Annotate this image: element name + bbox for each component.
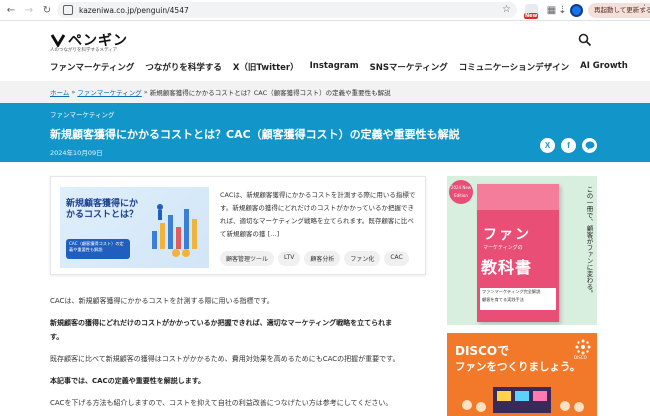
ad-vertical-copy: この一冊で、顧客がファンに変わる。 bbox=[585, 186, 593, 297]
article-summary-card: 新規顧客獲得にかかるコストとは？ CAC（顧客獲得コスト）の定義や重要性も解説 … bbox=[50, 176, 426, 275]
breadcrumb-current: 新規顧客獲得にかかるコストとは？CAC（顧客獲得コスト）の定義や重要性も解説 bbox=[149, 89, 391, 97]
browser-toolbar: ← → ↻ kazeniwa.co.jp/penguin/4547 ☆ New … bbox=[0, 0, 650, 21]
disco-illustration bbox=[462, 387, 584, 413]
body-paragraph-bold: 新規顧客の獲得にどれだけのコストがかかっているか把握できれば、適切なマーケティン… bbox=[50, 319, 393, 327]
download-icon[interactable]: ⇣ bbox=[556, 4, 569, 17]
article-date: 2024年10月09日 bbox=[50, 149, 103, 157]
share-line-icon[interactable] bbox=[582, 138, 597, 153]
browser-menu-icon[interactable]: ⋮ bbox=[640, 4, 649, 14]
edition-badge: 2024 New Edition bbox=[449, 180, 473, 204]
article-thumbnail: 新規顧客獲得にかかるコストとは？ CAC（顧客獲得コスト）の定義や重要性も解説 bbox=[60, 187, 209, 268]
body-paragraph: CACを下げる方法も紹介しますので、コストを抑えて自社の利益改善につなげたい方は… bbox=[50, 399, 393, 407]
body-paragraph-bold: 本記事では、CACの定義や重要性を解説します。 bbox=[50, 377, 205, 385]
disco-catchcopy: ファンをつくりましょう。 bbox=[455, 361, 581, 373]
nav-x-twitter[interactable]: X（旧Twitter） bbox=[233, 61, 299, 73]
nav-sns-marketing[interactable]: SNSマーケティング bbox=[370, 61, 448, 73]
search-icon[interactable] bbox=[578, 33, 592, 47]
book-cover: ファン マーケティングの 教科書 ファンマーケティング完全解説 顧客を育てる実践… bbox=[477, 184, 559, 322]
book-strip-line: ファンマーケティング完全解説 bbox=[482, 289, 541, 294]
profile-avatar[interactable] bbox=[570, 4, 583, 17]
address-bar[interactable]: kazeniwa.co.jp/penguin/4547 ☆ bbox=[57, 2, 517, 18]
bookmark-star-icon[interactable]: ☆ bbox=[502, 4, 511, 15]
logo-tagline: 人のつながりを科学するメディア bbox=[50, 48, 118, 53]
breadcrumb: ホーム » ファンマーケティング » 新規顧客獲得にかかるコストとは？CAC（顧… bbox=[0, 81, 650, 103]
penguin-logo-icon bbox=[50, 34, 66, 47]
article-category[interactable]: ファンマーケティング bbox=[50, 109, 114, 119]
nav-ai-growth[interactable]: AI Growth bbox=[580, 61, 628, 73]
line-chat-icon bbox=[585, 141, 594, 150]
body-paragraph: 既存顧客に比べて新規顧客の獲得はコストがかかるため、費用対効果を高めるためにもC… bbox=[50, 355, 400, 363]
ad-banner-disco[interactable]: DISCOで ファンをつくりましょう。 DISCO bbox=[447, 333, 597, 416]
nav-communication-design[interactable]: コミュニケーションデザイン bbox=[459, 61, 569, 73]
article-excerpt: CACは、新規顧客獲得にかかるコストを計測する際に用いる指標です。新規顧客の獲得… bbox=[220, 191, 416, 238]
page-title: 新規顧客獲得にかかるコストとは？CAC（顧客獲得コスト）の定義や重要性も解説 bbox=[50, 128, 460, 141]
new-badge: New bbox=[524, 13, 539, 19]
article-hero: ファンマーケティング 新規顧客獲得にかかるコストとは？CAC（顧客獲得コスト）の… bbox=[0, 103, 650, 162]
tag-item[interactable]: LTV bbox=[278, 251, 301, 266]
site-header: ペンギン 人のつながりを科学するメディア ファンマーケティング つながりを科学す… bbox=[0, 21, 650, 81]
disco-logo-text: DISCO bbox=[574, 355, 587, 360]
tag-item[interactable]: 顧客管理ツール bbox=[220, 251, 275, 266]
share-facebook-icon[interactable]: f bbox=[561, 138, 576, 153]
extension-new-icon[interactable]: New bbox=[524, 4, 539, 19]
book-big-title: 教科書 bbox=[481, 258, 533, 277]
nav-connection-science[interactable]: つながりを科学する bbox=[145, 61, 222, 73]
global-nav: ファンマーケティング つながりを科学する X（旧Twitter） Instagr… bbox=[50, 61, 639, 73]
breadcrumb-separator: » bbox=[71, 88, 76, 96]
body-paragraph: CACは、新規顧客獲得にかかるコストを計測する際に用いる指標です。 bbox=[50, 297, 274, 305]
book-subtitle: マーケティングの bbox=[483, 245, 523, 251]
tag-item[interactable]: ファン化 bbox=[344, 251, 381, 266]
thumbnail-subtitle: CAC（顧客獲得コスト）の定義や重要性も解説 bbox=[66, 239, 130, 259]
ad-banner-book[interactable]: ファン マーケティングの 教科書 ファンマーケティング完全解説 顧客を育てる実践… bbox=[447, 176, 597, 325]
forward-icon[interactable]: → bbox=[22, 3, 36, 17]
book-title: ファン bbox=[483, 227, 531, 243]
book-cover-top bbox=[477, 184, 559, 210]
body-paragraph-bold: す。 bbox=[50, 333, 64, 341]
reload-icon[interactable]: ↻ bbox=[40, 3, 54, 17]
breadcrumb-home[interactable]: ホーム bbox=[50, 87, 69, 97]
tag-item[interactable]: 顧客分析 bbox=[304, 251, 341, 266]
disco-logo-icon bbox=[575, 339, 591, 355]
back-icon[interactable]: ← bbox=[4, 3, 18, 17]
tag-item[interactable]: CAC bbox=[384, 251, 409, 266]
breadcrumb-category[interactable]: ファンマーケティング bbox=[77, 87, 141, 97]
share-x-icon[interactable]: X bbox=[540, 138, 555, 153]
book-strip: ファンマーケティング完全解説 顧客を育てる実践手法 bbox=[480, 288, 556, 310]
nav-fan-marketing[interactable]: ファンマーケティング bbox=[50, 61, 134, 73]
site-info-icon[interactable] bbox=[63, 5, 73, 15]
thumbnail-title: 新規顧客獲得にかかるコストとは？ bbox=[66, 199, 139, 220]
disco-brand: DISCOで bbox=[455, 344, 510, 358]
thumbnail-illustration bbox=[152, 204, 197, 257]
breadcrumb-separator: » bbox=[143, 88, 148, 96]
url-text[interactable]: kazeniwa.co.jp/penguin/4547 bbox=[79, 6, 189, 15]
tag-list: 顧客管理ツール LTV 顧客分析 ファン化 CAC bbox=[220, 251, 413, 266]
book-strip-line: 顧客を育てる実践手法 bbox=[482, 297, 524, 302]
nav-instagram[interactable]: Instagram bbox=[310, 61, 359, 73]
